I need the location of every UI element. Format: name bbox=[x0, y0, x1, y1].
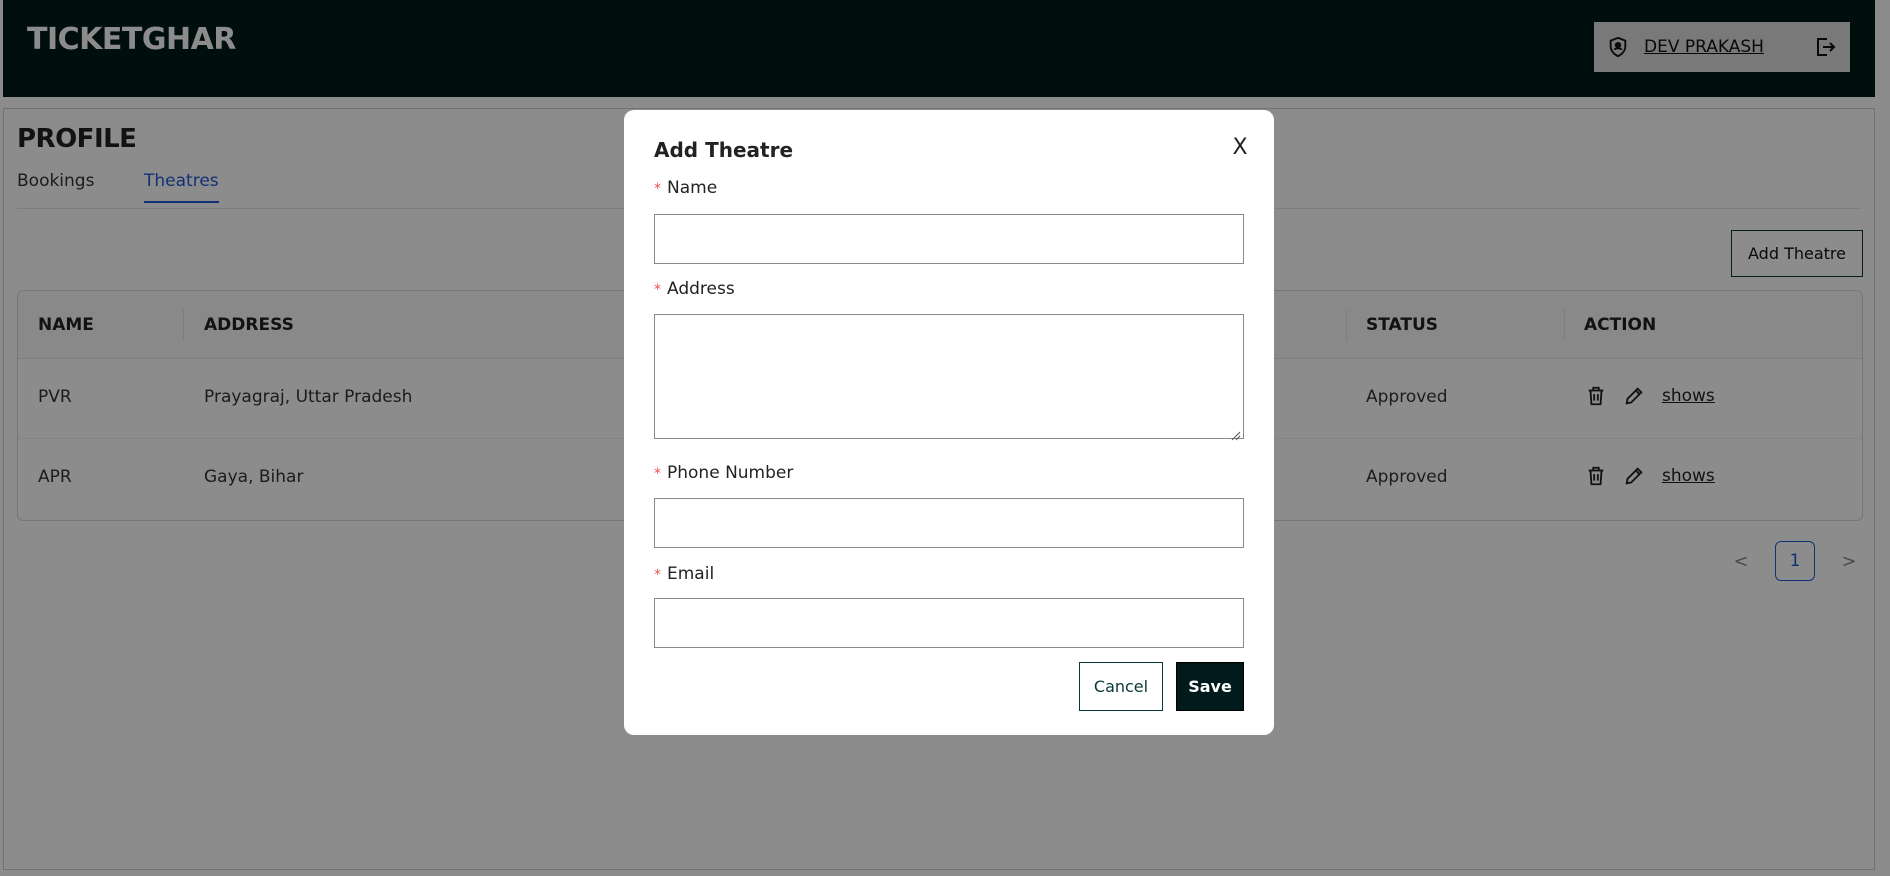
close-icon[interactable]: X bbox=[1227, 134, 1253, 160]
phone-label: * Phone Number bbox=[654, 463, 794, 483]
required-mark: * bbox=[654, 282, 661, 298]
address-field[interactable] bbox=[654, 314, 1244, 441]
required-mark: * bbox=[654, 466, 661, 482]
name-label: * Name bbox=[654, 178, 718, 198]
name-field[interactable] bbox=[654, 214, 1244, 264]
required-mark: * bbox=[654, 181, 661, 197]
email-field[interactable] bbox=[654, 598, 1244, 648]
resize-grip-icon[interactable] bbox=[1231, 426, 1241, 441]
save-button[interactable]: Save bbox=[1176, 662, 1244, 711]
cancel-button[interactable]: Cancel bbox=[1079, 662, 1163, 711]
phone-field[interactable] bbox=[654, 498, 1244, 548]
email-label: * Email bbox=[654, 564, 715, 584]
required-mark: * bbox=[654, 567, 661, 583]
address-label: * Address bbox=[654, 279, 735, 299]
modal-title: Add Theatre bbox=[654, 138, 794, 162]
add-theatre-modal: Add Theatre X * Name * Address * Phone Numb… bbox=[624, 110, 1274, 735]
